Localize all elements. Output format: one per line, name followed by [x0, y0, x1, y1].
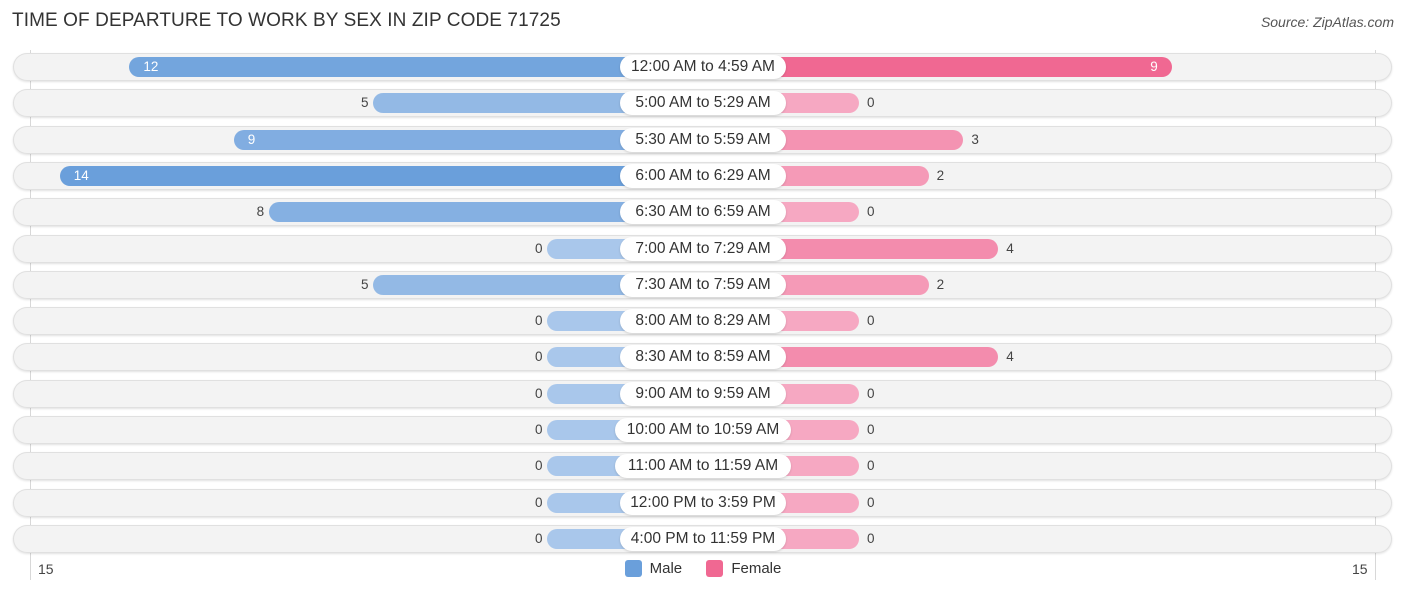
value-label-male: 0 — [535, 313, 543, 329]
source-label: Source: ZipAtlas.com — [1260, 14, 1394, 30]
value-label-female: 0 — [867, 494, 875, 510]
category-label: 5:00 AM to 5:29 AM — [620, 91, 786, 116]
value-label-male: 0 — [535, 385, 543, 401]
value-label-male: 14 — [73, 167, 89, 183]
value-label-female: 0 — [867, 530, 875, 546]
category-label: 8:30 AM to 8:59 AM — [620, 345, 786, 370]
value-label-female: 3 — [971, 131, 979, 147]
category-label: 10:00 AM to 10:59 AM — [615, 418, 791, 442]
chart-title: TIME OF DEPARTURE TO WORK BY SEX IN ZIP … — [12, 10, 561, 31]
category-label: 6:30 AM to 6:59 AM — [620, 200, 786, 225]
bar-male — [129, 57, 703, 77]
value-label-female: 0 — [867, 313, 875, 329]
value-label-male: 5 — [361, 276, 369, 292]
value-label-female: 0 — [867, 458, 875, 474]
legend-swatch-female — [706, 560, 724, 577]
value-label-male: 0 — [535, 530, 543, 546]
value-label-male: 0 — [535, 494, 543, 510]
category-label: 7:30 AM to 7:59 AM — [620, 272, 786, 297]
value-label-female: 2 — [936, 167, 945, 183]
category-label: 8:00 AM to 8:29 AM — [620, 309, 786, 334]
category-label: 12:00 AM to 4:59 AM — [620, 55, 786, 79]
category-label: 5:30 AM to 5:59 AM — [620, 127, 786, 152]
legend-swatch-male — [624, 560, 642, 577]
value-label-female: 9 — [1150, 59, 1158, 74]
value-label-female: 4 — [1006, 349, 1014, 365]
value-label-female: 0 — [867, 95, 875, 111]
value-label-male: 5 — [361, 95, 369, 111]
legend-label-male: Male — [649, 560, 683, 577]
value-label-female: 4 — [1006, 240, 1014, 256]
category-label: 11:00 AM to 11:59 AM — [615, 454, 791, 479]
category-label: 7:00 AM to 7:29 AM — [620, 236, 786, 261]
legend-item-male: Male — [624, 560, 683, 577]
value-label-male: 0 — [535, 349, 543, 365]
value-label-male: 12 — [143, 59, 159, 74]
category-label: 4:00 PM to 11:59 PM — [620, 526, 786, 551]
category-label: 9:00 AM to 9:59 AM — [620, 381, 786, 406]
legend-item-female: Female — [706, 560, 781, 577]
legend: Male Female — [0, 560, 1406, 581]
category-label: 6:00 AM to 6:29 AM — [620, 163, 786, 188]
value-label-male: 9 — [247, 131, 256, 147]
bar-male — [59, 165, 703, 186]
value-label-male: 0 — [535, 422, 543, 437]
value-label-male: 8 — [256, 204, 265, 220]
value-label-male: 0 — [535, 240, 543, 256]
legend-label-female: Female — [731, 560, 782, 577]
value-label-female: 0 — [867, 422, 875, 437]
value-label-female: 2 — [936, 276, 945, 292]
category-label: 12:00 PM to 3:59 PM — [620, 490, 786, 515]
value-label-female: 0 — [867, 204, 875, 220]
value-label-male: 0 — [535, 458, 543, 474]
value-label-female: 0 — [867, 385, 875, 401]
